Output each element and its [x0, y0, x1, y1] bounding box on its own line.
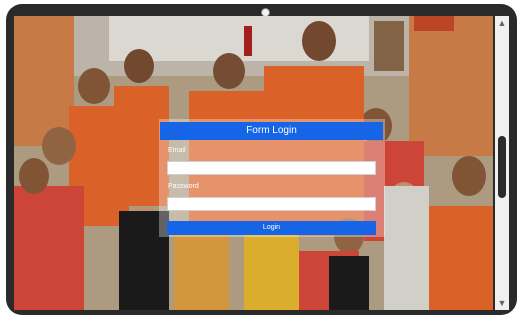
login-button[interactable]: Login	[167, 221, 376, 235]
login-title: Form Login	[160, 122, 383, 140]
email-field[interactable]	[167, 161, 376, 175]
vertical-scrollbar[interactable]: ▲ ▼	[495, 16, 509, 310]
screen: Form Login Email Password Login	[14, 16, 493, 310]
scroll-up-arrow-icon[interactable]: ▲	[495, 16, 509, 30]
password-label: Password	[168, 183, 199, 190]
password-field[interactable]	[167, 197, 376, 211]
login-form: Form Login Email Password Login	[159, 119, 385, 237]
scroll-down-arrow-icon[interactable]: ▼	[495, 296, 509, 310]
email-label: Email	[168, 147, 186, 154]
scrollbar-thumb[interactable]	[498, 136, 506, 198]
